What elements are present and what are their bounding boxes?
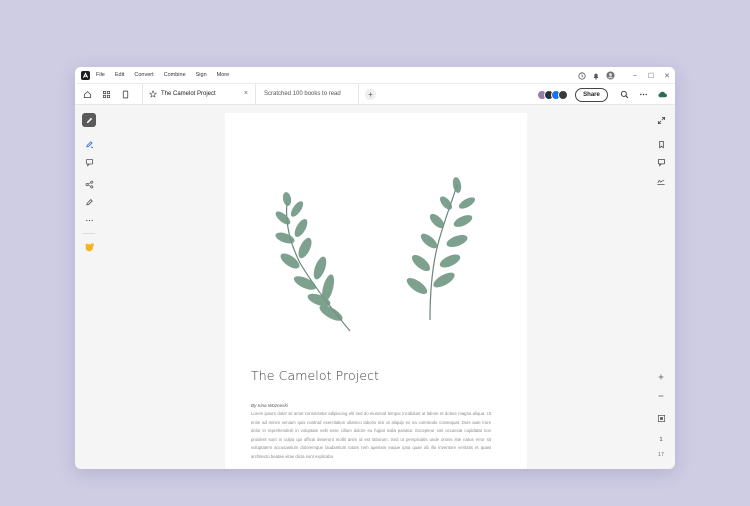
menu-edit[interactable]: Edit <box>115 72 124 78</box>
close-window-button[interactable]: ✕ <box>659 67 675 84</box>
app-logo-icon <box>81 70 90 80</box>
menu-bar: File Edit Convert Combine Sign More <box>96 72 239 78</box>
stamp-icon[interactable] <box>82 240 96 254</box>
toolbar-divider <box>83 233 95 234</box>
document-page[interactable]: The Camelot Project By Irina Wozneski Lo… <box>225 113 527 469</box>
help-icon[interactable] <box>577 71 587 81</box>
expand-icon[interactable] <box>654 113 668 127</box>
highlight-icon[interactable] <box>82 137 96 151</box>
document-title: The Camelot Project <box>251 368 380 383</box>
more-icon[interactable] <box>82 213 96 227</box>
app-window: File Edit Convert Combine Sign More – ☐ … <box>75 67 675 469</box>
bell-icon[interactable] <box>591 71 601 81</box>
left-toolbar <box>75 105 103 469</box>
profile-icon[interactable] <box>605 71 615 81</box>
tools-grid-icon[interactable] <box>99 87 113 101</box>
page-number-icon[interactable]: 1 <box>654 433 668 447</box>
title-bar: File Edit Convert Combine Sign More – ☐ … <box>75 67 675 84</box>
menu-sign[interactable]: Sign <box>196 72 207 78</box>
tab-bar: The Camelot Project × Scratched 100 book… <box>75 83 675 105</box>
comments-icon[interactable] <box>654 155 668 169</box>
sign-icon[interactable] <box>654 174 668 188</box>
tab-label: Scratched 100 books to read <box>264 91 341 97</box>
menu-convert[interactable]: Convert <box>134 72 153 78</box>
fit-page-icon[interactable] <box>654 411 668 425</box>
collaborator-avatars[interactable] <box>537 89 568 100</box>
share-graph-icon[interactable] <box>82 177 96 191</box>
menu-more[interactable]: More <box>217 72 230 78</box>
comment-icon[interactable] <box>82 155 96 169</box>
menu-file[interactable]: File <box>96 72 105 78</box>
document-author: By Irina Wozneski <box>251 403 288 408</box>
zoom-out-icon[interactable] <box>654 389 668 403</box>
cloud-sync-icon[interactable] <box>656 89 668 101</box>
close-tab-button[interactable]: × <box>244 90 248 97</box>
minimize-button[interactable]: – <box>627 67 643 84</box>
maximize-button[interactable]: ☐ <box>643 67 659 84</box>
eucalyptus-illustration <box>275 177 476 332</box>
menu-combine[interactable]: Combine <box>164 72 186 78</box>
document-icon[interactable] <box>118 87 132 101</box>
new-tab-button[interactable]: + <box>365 88 376 100</box>
edit-icon[interactable] <box>82 113 96 127</box>
tab-label: The Camelot Project <box>161 91 216 97</box>
avatar[interactable] <box>558 89 568 100</box>
title-bar-actions: – ☐ ✕ <box>577 67 675 84</box>
tab-bar-actions: Share <box>537 84 675 105</box>
home-icon[interactable] <box>80 87 94 101</box>
more-options-icon[interactable] <box>637 89 649 101</box>
draw-icon[interactable] <box>82 195 96 209</box>
bookmark-icon[interactable] <box>654 137 668 151</box>
right-toolbar: 1 17 <box>647 105 675 469</box>
share-button[interactable]: Share <box>575 87 608 102</box>
tab-scratched-books[interactable]: Scratched 100 books to read <box>256 83 359 105</box>
search-icon[interactable] <box>618 89 630 101</box>
page-total-icon: 17 <box>657 452 665 458</box>
tab-the-camelot-project[interactable]: The Camelot Project × <box>142 83 256 105</box>
document-body: Lorem ipsum dolor sit amet consectetur a… <box>251 411 491 459</box>
zoom-in-icon[interactable] <box>654 370 668 384</box>
star-icon[interactable] <box>149 90 157 98</box>
